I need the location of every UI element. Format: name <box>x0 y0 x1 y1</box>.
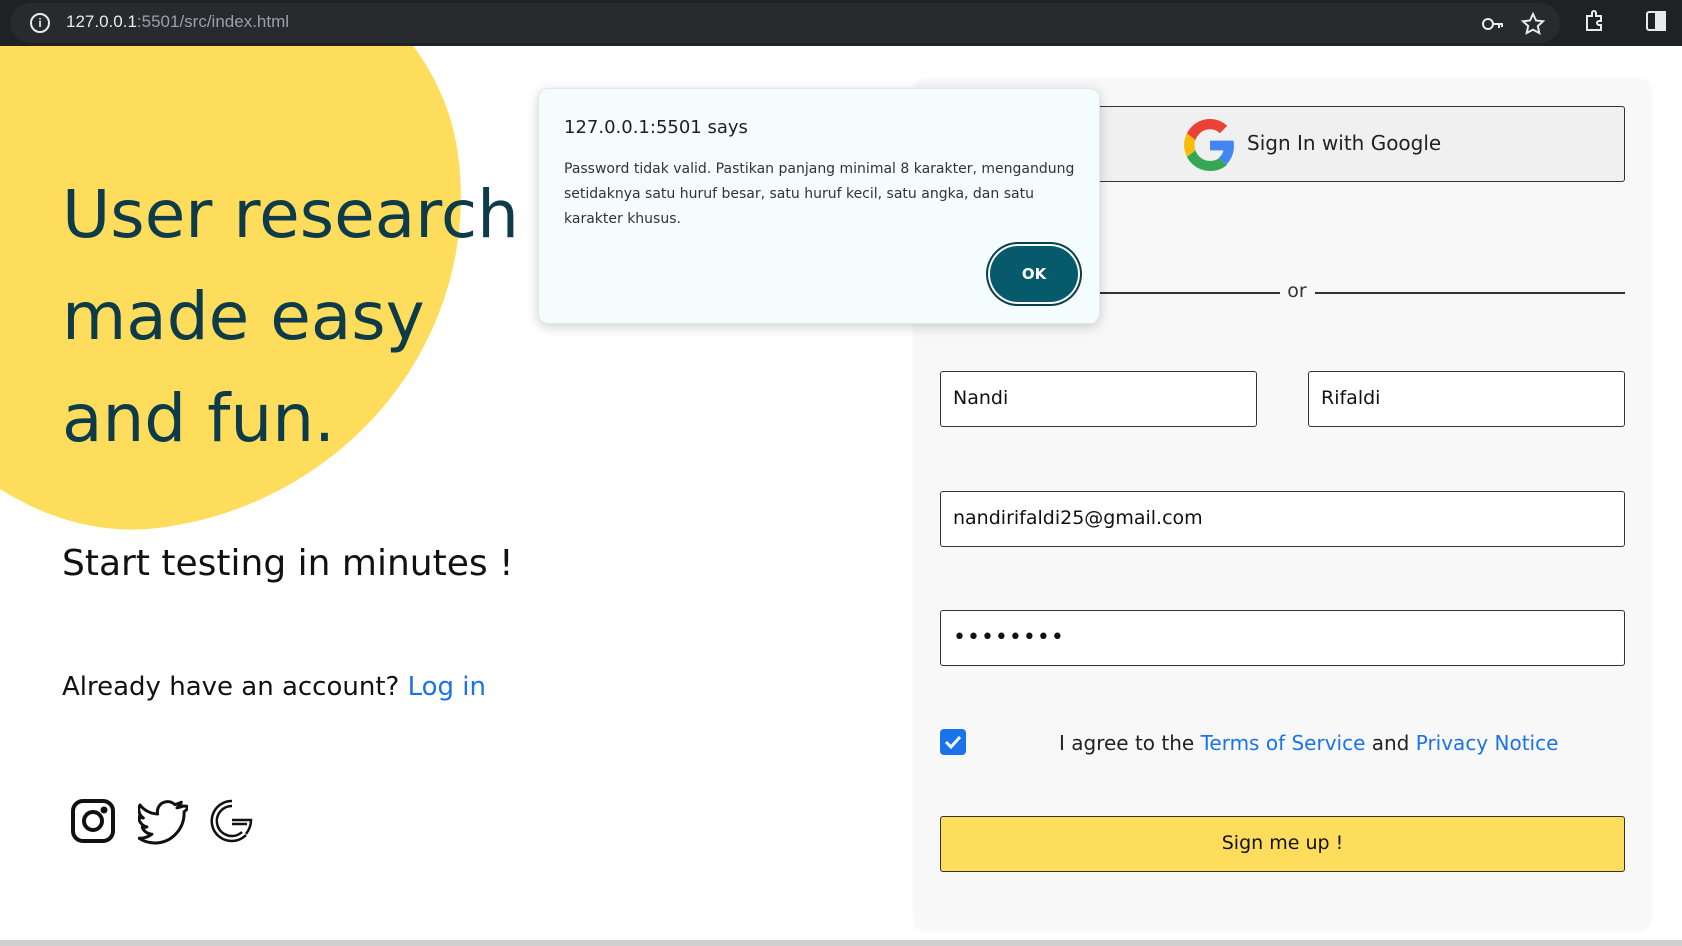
headline-line: and fun. <box>62 380 336 457</box>
google-logo-icon <box>1184 119 1234 171</box>
email-input[interactable]: nandirifaldi25@gmail.com <box>940 491 1625 547</box>
google-signin-label: Sign In with Google <box>1247 131 1442 155</box>
info-icon[interactable]: i <box>30 13 50 33</box>
page-bottom-edge <box>0 940 1682 946</box>
extensions-icon[interactable] <box>1582 8 1608 34</box>
privacy-notice-link[interactable]: Privacy Notice <box>1416 731 1559 755</box>
terms-checkbox[interactable] <box>940 729 966 755</box>
login-link[interactable]: Log in <box>408 672 486 702</box>
dialog-title: 127.0.0.1:5501 says <box>564 117 748 138</box>
url-text[interactable]: 127.0.0.1:5501/src/index.html <box>66 12 289 32</box>
terms-agreement: I agree to the Terms of Service and Priv… <box>1059 731 1558 755</box>
key-icon[interactable] <box>1480 11 1506 37</box>
agree-and: and <box>1365 731 1416 755</box>
url-path: :5501/src/index.html <box>136 12 290 31</box>
terms-of-service-link[interactable]: Terms of Service <box>1201 731 1366 755</box>
address-bar[interactable]: i 127.0.0.1:5501/src/index.html <box>10 3 1560 43</box>
google-icon[interactable] <box>207 796 257 846</box>
login-prompt: Already have an account? Log in <box>62 672 486 702</box>
sidepanel-icon[interactable] <box>1643 8 1669 34</box>
url-host: 127.0.0.1 <box>66 12 137 31</box>
first-name-input[interactable]: Nandi <box>940 371 1257 427</box>
browser-toolbar: i 127.0.0.1:5501/src/index.html <box>0 0 1682 46</box>
agree-prefix: I agree to the <box>1059 731 1201 755</box>
alert-dialog: 127.0.0.1:5501 says Password tidak valid… <box>538 88 1100 324</box>
star-icon[interactable] <box>1520 11 1546 37</box>
dialog-ok-button[interactable]: OK <box>990 246 1078 302</box>
instagram-icon[interactable] <box>68 796 118 846</box>
checkmark-icon <box>944 735 962 750</box>
login-prompt-text: Already have an account? <box>62 672 408 702</box>
dialog-message: Password tidak valid. Pastikan panjang m… <box>564 161 1075 227</box>
signup-button[interactable]: Sign me up ! <box>940 816 1625 872</box>
password-input[interactable]: •••••••• <box>940 610 1625 666</box>
hero-subhead: Start testing in minutes ! <box>62 543 514 584</box>
page: User research made easy and fun. Start t… <box>0 46 1682 940</box>
last-name-input[interactable]: Rifaldi <box>1308 371 1625 427</box>
divider-right <box>1315 292 1625 294</box>
twitter-icon[interactable] <box>138 796 188 846</box>
or-label: or <box>1287 280 1307 302</box>
